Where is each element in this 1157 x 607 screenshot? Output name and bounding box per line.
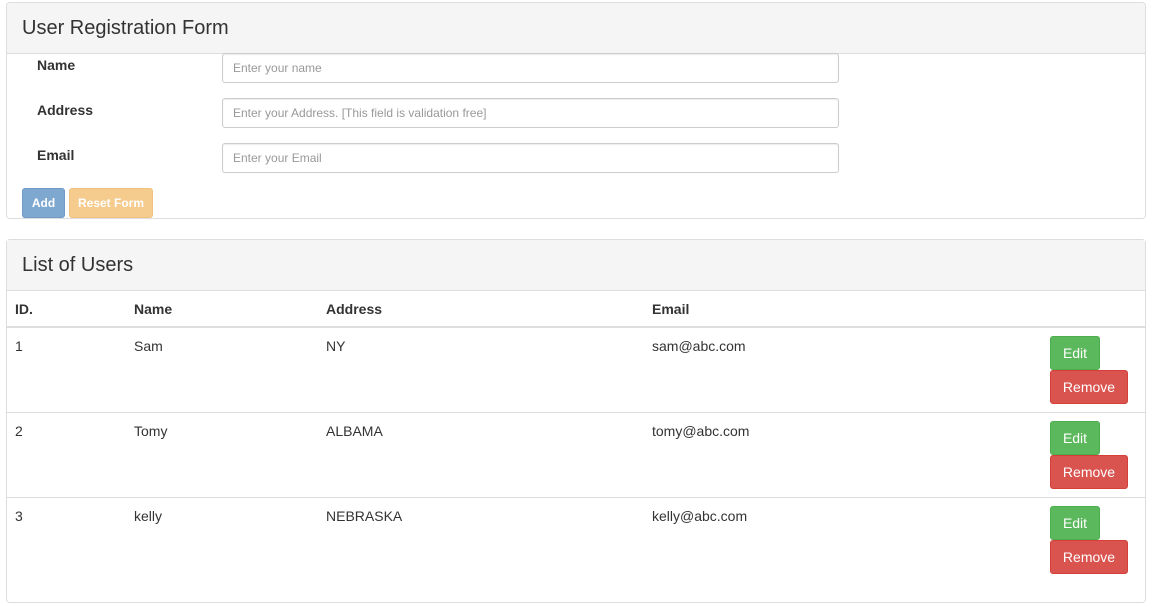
cell-actions: Edit Remove xyxy=(1034,496,1145,582)
name-input[interactable] xyxy=(222,53,839,83)
column-header-address: Address xyxy=(318,291,644,328)
edit-button[interactable]: Edit xyxy=(1050,420,1100,455)
table-row: 2 Tomy ALBAMA tomy@abc.com Edit Remove xyxy=(7,411,1145,497)
remove-button[interactable]: Remove xyxy=(1050,539,1128,574)
edit-button[interactable]: Edit xyxy=(1050,336,1100,370)
cell-email: tomy@abc.com xyxy=(644,411,1034,497)
address-label: Address xyxy=(37,102,94,118)
cell-name: kelly xyxy=(126,496,318,582)
table-header-row: ID. Name Address Email xyxy=(7,291,1145,328)
column-header-email: Email xyxy=(644,291,1034,328)
cell-id: 3 xyxy=(7,496,126,582)
column-header-name: Name xyxy=(126,291,318,328)
cell-address: ALBAMA xyxy=(318,411,644,497)
users-table: ID. Name Address Email 1 Sam NY sam@abc.… xyxy=(7,291,1145,582)
edit-button[interactable]: Edit xyxy=(1050,505,1100,540)
remove-button[interactable]: Remove xyxy=(1050,370,1128,404)
remove-button[interactable]: Remove xyxy=(1050,454,1128,489)
table-row: 1 Sam NY sam@abc.com Edit Remove xyxy=(7,327,1145,412)
add-button[interactable]: Add xyxy=(22,188,65,218)
email-input[interactable] xyxy=(222,143,839,173)
cell-id: 2 xyxy=(7,411,126,497)
cell-actions: Edit Remove xyxy=(1034,327,1145,412)
cell-address: NY xyxy=(326,338,346,354)
address-input[interactable] xyxy=(222,98,839,128)
cell-address: NEBRASKA xyxy=(318,496,644,582)
cell-name: Tomy xyxy=(126,411,318,497)
column-header-id: ID. xyxy=(7,291,126,328)
column-header-actions xyxy=(1034,291,1145,328)
users-list-title: List of Users xyxy=(7,240,1145,291)
cell-email: sam@abc.com xyxy=(652,338,746,354)
cell-email: kelly@abc.com xyxy=(644,496,1034,582)
users-list-panel: List of Users ID. Name Address Email 1 S… xyxy=(6,239,1146,603)
cell-actions: Edit Remove xyxy=(1034,411,1145,497)
email-label: Email xyxy=(37,147,75,163)
cell-name: Sam xyxy=(134,338,163,354)
name-label: Name xyxy=(37,57,76,73)
cell-id: 1 xyxy=(15,338,23,354)
table-row: 3 kelly NEBRASKA kelly@abc.com Edit Remo… xyxy=(7,496,1145,582)
registration-form-panel: User Registration Form Name Address Emai… xyxy=(6,2,1146,219)
reset-form-button[interactable]: Reset Form xyxy=(69,188,153,218)
registration-form-title: User Registration Form xyxy=(7,3,1145,54)
